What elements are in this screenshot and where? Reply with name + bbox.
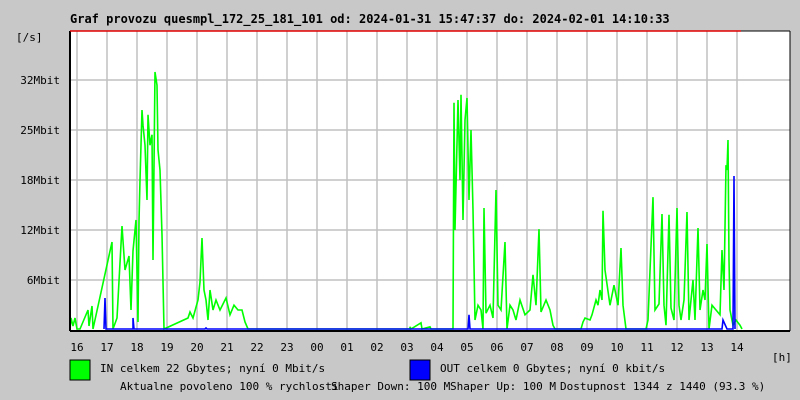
x-tick-label: 20	[190, 341, 203, 354]
y-axis-label: [/s]	[16, 31, 43, 44]
x-tick-label: 11	[640, 341, 653, 354]
shaper-down-text: Shaper Down: 100 M	[331, 380, 451, 393]
x-tick-label: 08	[550, 341, 563, 354]
x-tick-label: 14	[730, 341, 744, 354]
y-tick-label: 32Mbit	[20, 74, 60, 87]
availability-text: Dostupnost 1344 z 1440 (93.3 %)	[560, 380, 765, 393]
x-tick-label: 13	[700, 341, 713, 354]
y-tick-labels: 6Mbit 12Mbit 18Mbit 25Mbit 32Mbit	[20, 74, 60, 287]
x-tick-label: 02	[370, 341, 383, 354]
legend-in-text: IN celkem 22 Gbytes; nyní 0 Mbit/s	[100, 362, 325, 375]
x-tick-label: 23	[280, 341, 293, 354]
x-tick-label: 01	[340, 341, 353, 354]
x-tick-label: 16	[70, 341, 83, 354]
x-tick-label: 22	[250, 341, 263, 354]
y-tick-label: 6Mbit	[27, 274, 60, 287]
x-tick-label: 05	[460, 341, 473, 354]
y-tick-label: 25Mbit	[20, 124, 60, 137]
allowed-speed-text: Aktualne povoleno 100 % rychlosti	[120, 380, 339, 393]
chart-title: Graf provozu quesmpl_172_25_181_101 od: …	[70, 12, 670, 27]
legend-out-swatch	[409, 359, 431, 381]
shaper-up-text: Shaper Up: 100 M	[450, 380, 556, 393]
legend-out-text: OUT celkem 0 Gbytes; nyní 0 kbit/s	[440, 362, 665, 375]
y-tick-label: 18Mbit	[20, 174, 60, 187]
traffic-chart: Graf provozu quesmpl_172_25_181_101 od: …	[16, 12, 792, 393]
x-tick-label: 09	[580, 341, 593, 354]
x-tick-label: 07	[520, 341, 533, 354]
x-tick-label: 17	[100, 341, 113, 354]
x-tick-label: 03	[400, 341, 413, 354]
y-tick-label: 12Mbit	[20, 224, 60, 237]
x-tick-label: 12	[670, 341, 683, 354]
x-tick-label: 04	[430, 341, 444, 354]
x-tick-label: 19	[160, 341, 173, 354]
legend-in-swatch	[69, 359, 91, 381]
x-tick-label: 06	[490, 341, 503, 354]
x-axis-label: [h]	[772, 351, 792, 364]
x-tick-label: 21	[220, 341, 233, 354]
x-tick-label: 00	[310, 341, 323, 354]
x-tick-label: 18	[130, 341, 143, 354]
x-tick-labels: 16 17 18 19 20 21 22 23 00 01 02 03 04 05 06 07 08 09 10 11…	[70, 341, 744, 354]
x-tick-label: 10	[610, 341, 623, 354]
